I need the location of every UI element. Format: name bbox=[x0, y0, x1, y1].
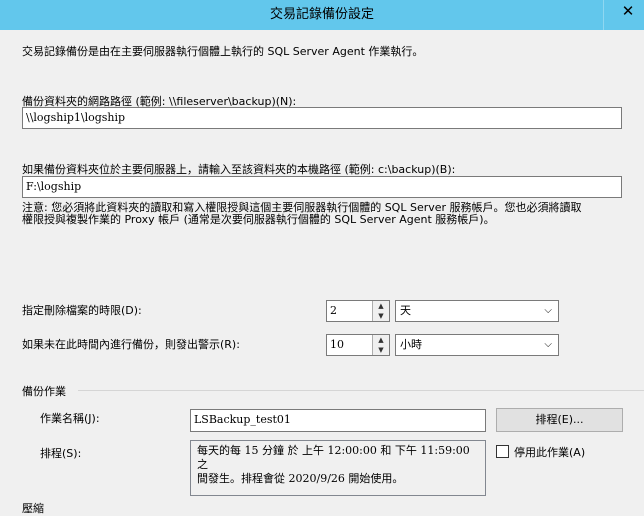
close-button[interactable]: ✕ bbox=[603, 0, 644, 30]
schedule-line-1: 每天的每 15 分鐘 於 上午 12:00:00 和 下午 11:59:00 之 bbox=[197, 444, 470, 471]
chevron-down-icon: ⌵ bbox=[544, 339, 552, 350]
schedule-line-2: 間發生。排程會從 2020/9/26 開始使用。 bbox=[197, 472, 404, 485]
schedule-button[interactable]: 排程(E)... bbox=[496, 408, 623, 432]
schedule-label: 排程(S): bbox=[40, 447, 82, 460]
alert-unit: 小時 bbox=[400, 338, 422, 351]
intro-text: 交易記錄備份是由在主要伺服器執行個體上執行的 SQL Server Agent … bbox=[22, 45, 424, 58]
spin-down-icon[interactable]: ▼ bbox=[372, 311, 389, 321]
network-path-input[interactable]: \\logship1\logship bbox=[22, 107, 622, 129]
disable-job-label: 停用此作業(A) bbox=[514, 446, 586, 459]
delete-files-unit: 天 bbox=[400, 304, 411, 317]
alert-value: 10 bbox=[330, 338, 344, 351]
job-name-input[interactable]: LSBackup_test01 bbox=[190, 409, 486, 432]
window-title: 交易記錄備份設定 bbox=[269, 7, 374, 22]
local-path-input[interactable]: F:\logship bbox=[22, 176, 622, 198]
delete-files-unit-select[interactable]: 天 ⌵ bbox=[395, 300, 559, 322]
group-divider bbox=[78, 390, 644, 391]
backup-job-group-label: 備份作業 bbox=[22, 385, 66, 398]
chevron-down-icon: ⌵ bbox=[544, 305, 552, 316]
alert-stepper[interactable]: 10 ▲ ▼ bbox=[326, 334, 390, 356]
disable-job-checkbox[interactable] bbox=[496, 445, 509, 458]
note-line-2: 權限授與複製作業的 Proxy 帳戶 (通常是次要伺服器執行個體的 SQL Se… bbox=[22, 213, 495, 226]
delete-files-stepper[interactable]: 2 ▲ ▼ bbox=[326, 300, 390, 322]
delete-files-label: 指定刪除檔案的時限(D): bbox=[22, 304, 142, 317]
delete-files-value: 2 bbox=[330, 304, 337, 317]
alert-label: 如果未在此時間內進行備份，則發出警示(R): bbox=[22, 338, 240, 351]
local-path-label: 如果備份資料夾位於主要伺服器上，請輸入至該資料夾的本機路徑 (範例: c:\ba… bbox=[22, 163, 456, 176]
alert-unit-select[interactable]: 小時 ⌵ bbox=[395, 334, 559, 356]
compression-group-label: 壓縮 bbox=[22, 502, 44, 515]
schedule-description: 每天的每 15 分鐘 於 上午 12:00:00 和 下午 11:59:00 之… bbox=[190, 440, 486, 496]
spin-down-icon[interactable]: ▼ bbox=[372, 345, 389, 355]
job-name-label: 作業名稱(J): bbox=[40, 412, 100, 425]
close-icon: ✕ bbox=[621, 2, 635, 20]
